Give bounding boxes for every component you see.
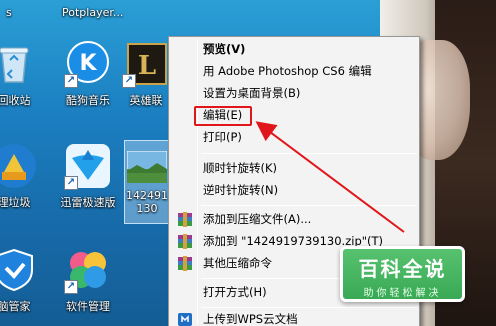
baike-logo: 百科全说 助你轻松解决 <box>340 246 465 302</box>
logo-title: 百科全说 <box>358 257 447 281</box>
logo-subtitle: 助你轻松解决 <box>363 288 442 299</box>
